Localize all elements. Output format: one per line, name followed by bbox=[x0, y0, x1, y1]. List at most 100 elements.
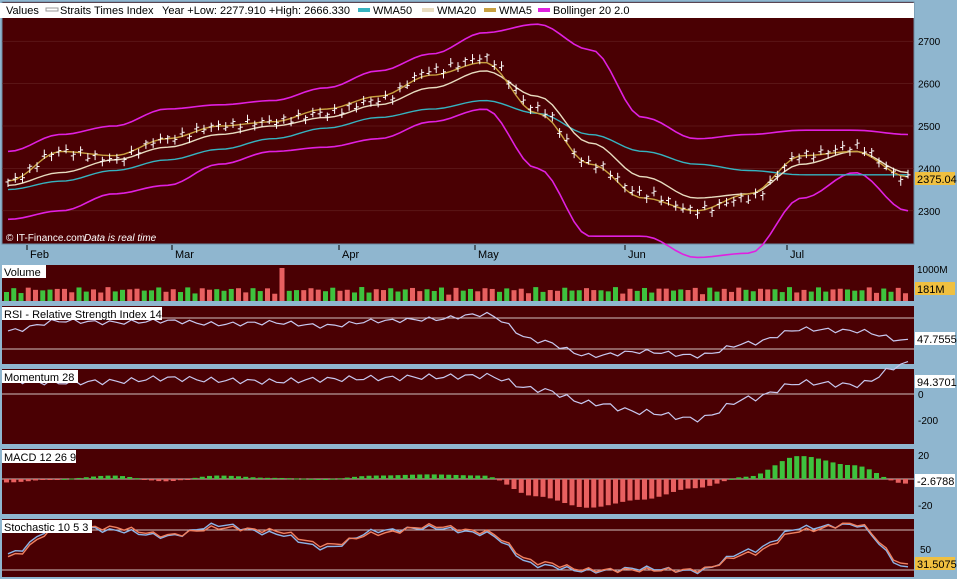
price-panel[interactable] bbox=[1, 1, 915, 245]
volume-bar bbox=[700, 294, 705, 301]
macd-bar bbox=[330, 478, 336, 480]
volume-bar bbox=[707, 287, 713, 301]
volume-bar bbox=[482, 288, 488, 301]
macd-bar bbox=[431, 474, 437, 479]
volume-bar bbox=[656, 288, 662, 301]
stochastic-panel[interactable] bbox=[2, 519, 914, 577]
macd-bar bbox=[112, 475, 118, 479]
macd-panel[interactable] bbox=[2, 449, 914, 514]
volume-bar bbox=[511, 290, 517, 301]
macd-bar bbox=[141, 479, 147, 480]
price-tick-2: 2500 bbox=[918, 122, 941, 133]
macd-bar bbox=[881, 476, 887, 479]
macd-bar bbox=[801, 456, 807, 479]
macd-bar bbox=[497, 479, 502, 481]
volume-bar bbox=[489, 288, 495, 301]
macd-bar bbox=[555, 479, 560, 501]
macd-bar bbox=[25, 479, 31, 482]
volume-bar bbox=[33, 289, 38, 301]
legend-range-text: Year +Low: 2277.910 +High: 2666.330 bbox=[162, 5, 350, 17]
macd-bar bbox=[743, 476, 749, 479]
volume-bar bbox=[76, 287, 82, 301]
macd-bar bbox=[504, 479, 510, 485]
volume-bar bbox=[678, 289, 684, 301]
legend-item-2: WMA5 bbox=[499, 5, 532, 17]
momentum-axis-neg: -200 bbox=[918, 416, 938, 427]
volume-bar bbox=[149, 290, 154, 301]
volume-bar bbox=[279, 268, 285, 301]
macd-bar bbox=[576, 479, 582, 507]
macd-bar bbox=[388, 475, 394, 479]
macd-bar bbox=[62, 478, 67, 480]
volume-bar bbox=[54, 288, 60, 301]
macd-bar bbox=[903, 479, 908, 484]
volume-bar bbox=[591, 290, 597, 301]
volume-bar bbox=[692, 287, 698, 301]
macd-bar bbox=[199, 476, 205, 479]
volume-bar bbox=[446, 294, 452, 301]
volume-bar bbox=[373, 289, 379, 301]
month-axis: Feb Mar Apr May Jun Jul bbox=[26, 245, 804, 261]
volume-bar bbox=[286, 290, 292, 301]
macd-bar bbox=[823, 460, 829, 479]
macd-bar bbox=[127, 476, 133, 479]
volume-bar bbox=[605, 291, 611, 301]
volume-bar bbox=[497, 291, 502, 301]
macd-bar bbox=[185, 479, 191, 480]
macd-bar bbox=[257, 477, 263, 479]
month-label-5: Jul bbox=[790, 249, 804, 261]
macd-bar bbox=[221, 475, 227, 479]
volume-bar bbox=[366, 292, 372, 301]
macd-bar bbox=[460, 475, 466, 479]
macd-bar bbox=[250, 477, 256, 479]
macd-bar bbox=[417, 474, 423, 479]
macd-bar bbox=[4, 479, 9, 483]
macd-bar bbox=[562, 479, 568, 504]
macd-bar bbox=[685, 479, 691, 489]
volume-bar bbox=[257, 291, 263, 301]
volume-bar bbox=[845, 289, 850, 301]
volume-bar bbox=[178, 292, 183, 301]
volume-bar bbox=[431, 290, 437, 301]
macd-bar bbox=[410, 474, 415, 479]
macd-bar bbox=[613, 479, 618, 504]
stochastic-title: Stochastic 10 5 3 bbox=[4, 522, 88, 534]
rsi-title: RSI - Relative Strength Index 14 bbox=[4, 309, 162, 321]
momentum-value: 94.3701 bbox=[917, 377, 957, 389]
volume-bar bbox=[736, 287, 742, 301]
macd-bar bbox=[294, 478, 299, 480]
volume-bar bbox=[859, 290, 865, 301]
macd-bar bbox=[446, 474, 452, 479]
macd-bar bbox=[337, 478, 343, 480]
macd-bar bbox=[18, 479, 24, 482]
macd-bar bbox=[352, 476, 357, 479]
volume-bar bbox=[127, 289, 133, 301]
volume-bar bbox=[649, 292, 655, 301]
macd-bar bbox=[729, 478, 734, 480]
volume-bar bbox=[294, 290, 299, 301]
macd-bar bbox=[178, 479, 183, 481]
volume-bar bbox=[627, 288, 633, 301]
volume-bar bbox=[199, 288, 205, 301]
macd-bar bbox=[468, 475, 473, 479]
volume-bar bbox=[207, 289, 212, 301]
macd-bar bbox=[598, 479, 604, 507]
volume-bar bbox=[337, 290, 343, 301]
copyright-label: © IT-Finance.com bbox=[6, 233, 85, 244]
volume-bar bbox=[540, 291, 546, 301]
macd-axis-bottom: -20 bbox=[918, 501, 933, 512]
legend-index-name: Straits Times Index bbox=[60, 5, 154, 17]
volume-bar bbox=[852, 290, 858, 301]
macd-bar bbox=[54, 479, 60, 480]
macd-bar bbox=[395, 475, 401, 479]
volume-title: Volume bbox=[4, 267, 41, 279]
macd-bar bbox=[47, 479, 53, 480]
momentum-panel[interactable] bbox=[2, 369, 914, 444]
macd-bar bbox=[859, 466, 865, 479]
macd-bar bbox=[707, 479, 713, 486]
volume-bar bbox=[823, 291, 829, 301]
volume-bar bbox=[468, 288, 473, 301]
macd-bar bbox=[721, 479, 727, 482]
macd-bar bbox=[634, 479, 640, 500]
price-tick-4: 2300 bbox=[918, 207, 941, 218]
